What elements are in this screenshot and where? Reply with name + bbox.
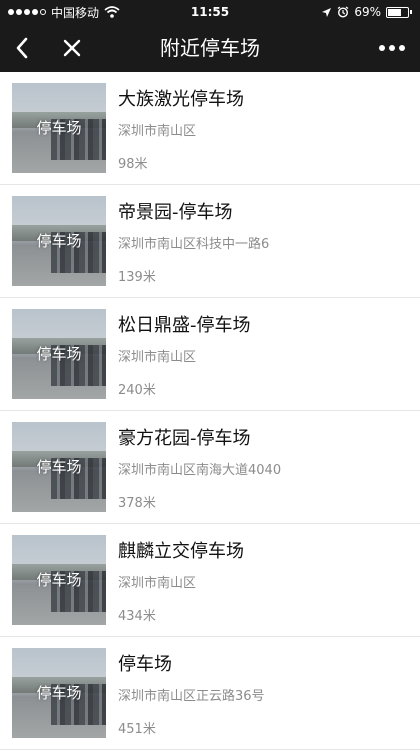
more-dot-icon [399,45,405,51]
carrier-label: 中国移动 [51,5,100,20]
parking-distance: 451米 [118,722,156,737]
parking-name: 帝景园-停车场 [118,202,233,223]
location-arrow-icon [322,7,332,17]
parking-thumbnail: 停车场 [12,648,106,738]
parking-address: 深圳市南山区 [118,124,197,139]
list-item[interactable]: 停车场 麒麟立交停车场 深圳市南山区 434米 [0,524,420,637]
battery-icon [386,6,412,18]
more-dot-icon [389,45,395,51]
parking-thumbnail: 停车场 [12,422,106,512]
parking-name: 麒麟立交停车场 [118,541,244,562]
parking-address: 深圳市南山区正云路36号 [118,689,265,704]
parking-address: 深圳市南山区 [118,576,197,591]
thumbnail-label: 停车场 [36,571,82,589]
parking-thumbnail: 停车场 [12,535,106,625]
back-button[interactable] [2,24,42,72]
thumbnail-label: 停车场 [36,684,82,702]
list-item[interactable]: 停车场 松日鼎盛-停车场 深圳市南山区 240米 [0,298,420,411]
wifi-icon [104,6,120,18]
parking-address: 深圳市南山区南海大道4040 [118,463,282,478]
list-item[interactable]: 停车场 豪方花园-停车场 深圳市南山区南海大道4040 378米 [0,411,420,524]
alarm-icon [337,6,349,18]
nav-bar: 附近停车场 [0,24,420,72]
parking-name: 豪方花园-停车场 [118,428,251,449]
signal-strength-icon [8,9,46,15]
more-button[interactable] [372,24,412,72]
close-button[interactable] [52,24,92,72]
more-dot-icon [379,45,385,51]
parking-distance: 378米 [118,496,156,511]
chevron-left-icon [16,37,28,59]
parking-thumbnail: 停车场 [12,83,106,173]
list-item[interactable]: 停车场 大族激光停车场 深圳市南山区 98米 [0,72,420,185]
thumbnail-label: 停车场 [36,458,82,476]
thumbnail-label: 停车场 [36,119,82,137]
parking-thumbnail: 停车场 [12,196,106,286]
parking-name: 松日鼎盛-停车场 [118,315,251,336]
battery-percent: 69% [354,5,381,19]
parking-name: 停车场 [118,654,172,675]
parking-name: 大族激光停车场 [118,89,244,110]
parking-thumbnail: 停车场 [12,309,106,399]
status-bar: 中国移动 11:55 69% [0,0,420,24]
thumbnail-label: 停车场 [36,232,82,250]
parking-distance: 98米 [118,157,148,172]
list-item[interactable]: 停车场 帝景园-停车场 深圳市南山区科技中一路6 139米 [0,185,420,298]
parking-address: 深圳市南山区科技中一路6 [118,237,270,252]
parking-address: 深圳市南山区 [118,350,197,365]
close-icon [63,39,81,57]
parking-distance: 139米 [118,270,156,285]
status-right: 69% [321,5,412,19]
list-item[interactable]: 停车场 停车场 深圳市南山区正云路36号 451米 [0,637,420,750]
status-left: 中国移动 [8,4,120,21]
parking-list: 停车场 大族激光停车场 深圳市南山区 98米 停车场 帝景园-停车场 深圳市南山… [0,72,420,750]
parking-distance: 240米 [118,383,156,398]
parking-distance: 434米 [118,609,156,624]
thumbnail-label: 停车场 [36,345,82,363]
